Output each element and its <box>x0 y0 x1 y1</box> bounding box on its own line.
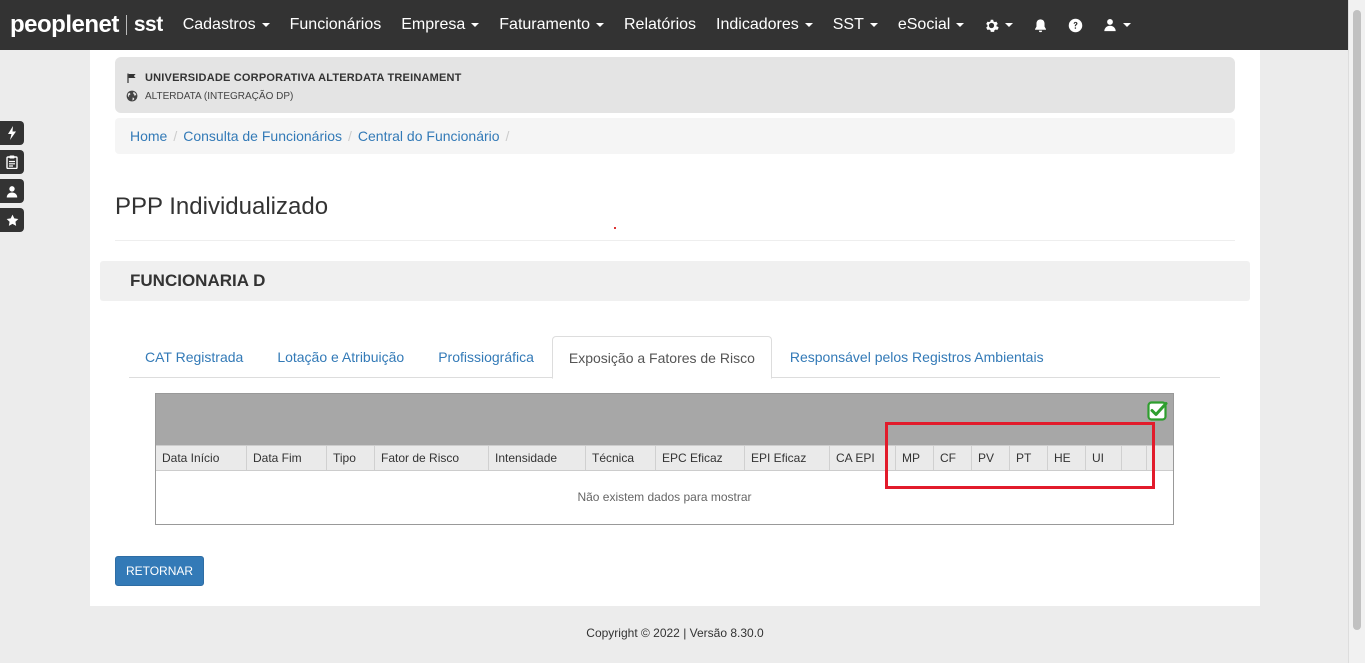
nav-label: SST <box>832 16 864 33</box>
gear-icon <box>984 18 1000 33</box>
tab-responsavel-registros[interactable]: Responsável pelos Registros Ambientais <box>774 336 1060 378</box>
brand-separator <box>125 15 127 35</box>
nav-sst[interactable]: SST <box>823 0 888 50</box>
col-he[interactable]: HE <box>1048 446 1086 470</box>
company-integration: ALTERDATA (INTEGRAÇÃO DP) <box>145 90 294 102</box>
col-epi-eficaz[interactable]: EPI Eficaz <box>745 446 830 470</box>
col-data-inicio[interactable]: Data Início <box>156 446 247 470</box>
col-data-fim[interactable]: Data Fim <box>247 446 327 470</box>
page-title: PPP Individualizado <box>115 193 329 220</box>
question-icon <box>1068 18 1083 33</box>
brand-product: sst <box>133 13 163 36</box>
col-epc-eficaz[interactable]: EPC Eficaz <box>656 446 745 470</box>
stray-dot <box>614 227 616 229</box>
bolt-icon <box>8 126 16 140</box>
user-menu[interactable] <box>1093 0 1141 50</box>
top-navbar: peoplenet sst Cadastros Funcionários Emp… <box>0 0 1348 50</box>
nav-cadastros[interactable]: Cadastros <box>173 0 280 50</box>
brand-name: peoplenet <box>10 11 119 38</box>
vertical-scrollbar[interactable] <box>1348 0 1365 663</box>
col-cf[interactable]: CF <box>934 446 972 470</box>
quick-action-button[interactable] <box>0 121 24 145</box>
tab-lotacao-atribuicao[interactable]: Lotação e Atribuição <box>261 336 420 378</box>
nav-faturamento[interactable]: Faturamento <box>489 0 614 50</box>
caret-down-icon <box>956 23 965 27</box>
breadcrumb-separator: / <box>173 128 178 144</box>
grid-empty-message: Não existem dados para mostrar <box>577 490 752 504</box>
notifications-button[interactable] <box>1023 0 1058 50</box>
main-content: UNIVERSIDADE CORPORATIVA ALTERDATA TREIN… <box>90 50 1260 606</box>
side-toolbar <box>0 121 24 232</box>
profile-button[interactable] <box>0 179 24 203</box>
user-icon <box>6 185 18 197</box>
grid-toolbar <box>156 394 1173 445</box>
employee-name: FUNCIONARIA D <box>130 271 266 290</box>
title-divider <box>115 240 1235 241</box>
caret-down-icon <box>261 23 270 27</box>
breadcrumb-separator: / <box>505 128 510 144</box>
col-pv[interactable]: PV <box>972 446 1010 470</box>
col-actions[interactable] <box>1122 446 1147 470</box>
brand-logo[interactable]: peoplenet sst <box>0 11 173 39</box>
breadcrumb-home[interactable]: Home <box>130 128 167 144</box>
nav-esocial[interactable]: eSocial <box>888 0 974 50</box>
globe-icon <box>125 90 139 102</box>
employee-panel: FUNCIONARIA D <box>100 261 1250 301</box>
nav-label: Faturamento <box>499 16 590 33</box>
caret-down-icon <box>1123 23 1132 27</box>
company-row: UNIVERSIDADE CORPORATIVA ALTERDATA TREIN… <box>125 69 1235 87</box>
nav-empresa[interactable]: Empresa <box>391 0 489 50</box>
favorites-button[interactable] <box>0 208 24 232</box>
bell-icon <box>1033 18 1048 33</box>
tab-exposicao-fatores-risco[interactable]: Exposição a Fatores de Risco <box>551 336 772 379</box>
settings-menu[interactable] <box>974 0 1023 50</box>
tab-profissiografica[interactable]: Profissiográfica <box>422 336 550 378</box>
help-button[interactable] <box>1058 0 1093 50</box>
col-ca-epi[interactable]: CA EPI <box>830 446 896 470</box>
breadcrumb-central-funcionario[interactable]: Central do Funcionário <box>358 128 500 144</box>
scrollbar-thumb[interactable] <box>1353 10 1361 630</box>
nav-label: Indicadores <box>716 16 799 33</box>
return-button[interactable]: RETORNAR <box>115 556 204 586</box>
caret-down-icon <box>1005 23 1014 27</box>
grid-header: Data Início Data Fim Tipo Fator de Risco… <box>156 445 1173 471</box>
breadcrumb-separator: / <box>348 128 352 144</box>
col-mp[interactable]: MP <box>896 446 934 470</box>
nav-label: eSocial <box>897 16 951 33</box>
breadcrumb-consulta-funcionarios[interactable]: Consulta de Funcionários <box>183 128 342 144</box>
col-fator-risco[interactable]: Fator de Risco <box>375 446 489 470</box>
user-icon <box>1103 18 1117 32</box>
tab-bar: CAT Registrada Lotação e Atribuição Prof… <box>129 336 1220 379</box>
nav-label: Cadastros <box>182 16 256 33</box>
col-ui[interactable]: UI <box>1086 446 1122 470</box>
company-name: UNIVERSIDADE CORPORATIVA ALTERDATA TREIN… <box>145 72 462 84</box>
integration-row: ALTERDATA (INTEGRAÇÃO DP) <box>125 87 1235 105</box>
caret-down-icon <box>804 23 813 27</box>
flag-icon <box>125 73 139 83</box>
checkbox-confirm-icon[interactable] <box>1147 400 1169 422</box>
nav-label: Funcionários <box>289 16 382 33</box>
col-tipo[interactable]: Tipo <box>327 446 375 470</box>
col-tecnica[interactable]: Técnica <box>586 446 656 470</box>
col-pt[interactable]: PT <box>1010 446 1048 470</box>
clipboard-button[interactable] <box>0 150 24 174</box>
caret-down-icon <box>471 23 480 27</box>
tab-cat-registrada[interactable]: CAT Registrada <box>129 336 259 378</box>
nav-indicadores[interactable]: Indicadores <box>706 0 823 50</box>
caret-down-icon <box>595 23 604 27</box>
nav-funcionarios[interactable]: Funcionários <box>280 0 392 50</box>
col-intensidade[interactable]: Intensidade <box>489 446 586 470</box>
footer-copyright: Copyright © 2022 | Versão 8.30.0 <box>586 626 764 640</box>
nav-relatorios[interactable]: Relatórios <box>614 0 706 50</box>
company-info-panel: UNIVERSIDADE CORPORATIVA ALTERDATA TREIN… <box>115 57 1235 113</box>
clipboard-icon <box>6 155 18 169</box>
caret-down-icon <box>869 23 878 27</box>
nav-label: Empresa <box>401 16 466 33</box>
risk-exposure-grid: Data Início Data Fim Tipo Fator de Risco… <box>155 393 1174 525</box>
nav-label: Relatórios <box>623 16 697 33</box>
breadcrumb: Home / Consulta de Funcionários / Centra… <box>115 118 1235 154</box>
star-icon <box>6 214 18 226</box>
